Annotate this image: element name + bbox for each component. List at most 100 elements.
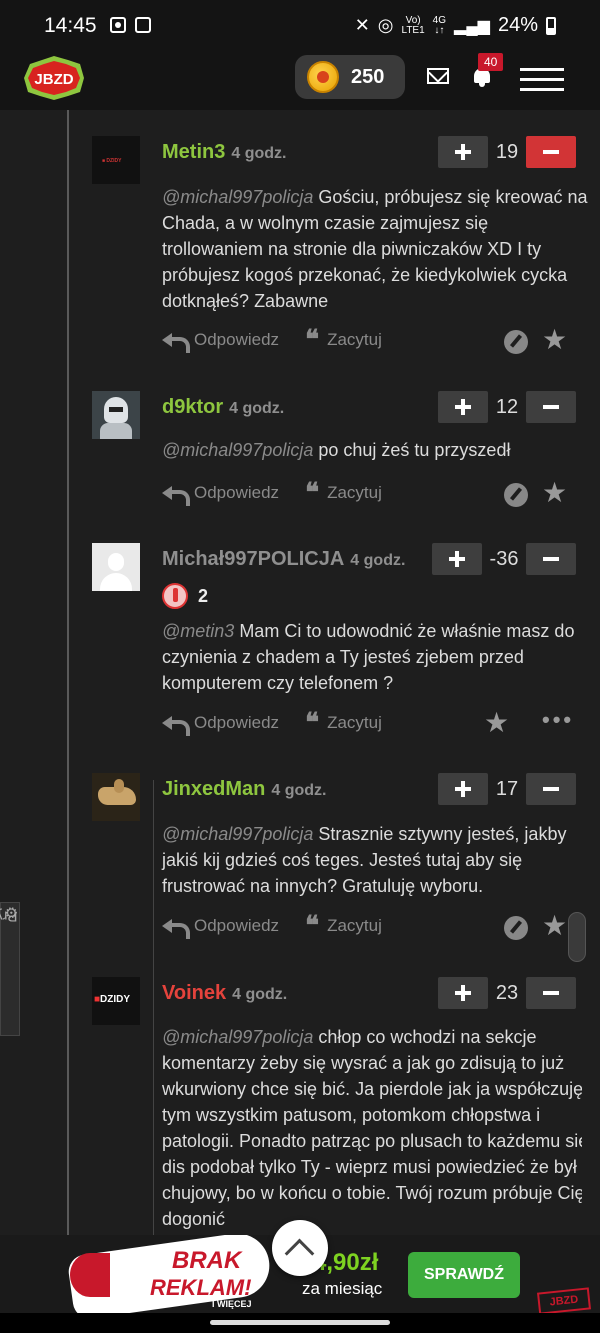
reply-icon[interactable]	[162, 714, 190, 736]
gauge-icon[interactable]	[504, 916, 528, 940]
reply-icon[interactable]	[162, 917, 190, 939]
quote-button[interactable]: Zacytuj	[327, 483, 382, 503]
mention-link[interactable]: @michal997policja	[162, 440, 313, 460]
avatar[interactable]: ■DZIDY	[92, 977, 140, 1025]
comment-actions: Odpowiedz ❝ Zacytuj	[162, 327, 382, 353]
quote-button[interactable]: Zacytuj	[327, 330, 382, 350]
reply-button[interactable]: Odpowiedz	[194, 713, 279, 733]
privacy-tab[interactable]: ⚙ Prywatność	[0, 902, 20, 1036]
comment-text: po chuj żeś tu przyszedł	[313, 440, 511, 460]
quote-icon[interactable]: ❝	[305, 913, 319, 939]
upvote-button[interactable]	[432, 543, 482, 575]
privacy-label: ⚙ Prywatność	[0, 906, 19, 925]
mail-icon[interactable]	[427, 68, 449, 84]
username[interactable]: JinxedMan 4 godz.	[162, 778, 326, 801]
ad-subline: I WIĘCEJ	[212, 1299, 252, 1309]
quote-icon[interactable]: ❝	[305, 327, 319, 353]
gallery-icon	[135, 17, 151, 33]
mention-link[interactable]: @michal997policja	[162, 824, 313, 844]
upvote-button[interactable]	[438, 136, 488, 168]
reaction[interactable]: 2	[162, 583, 208, 609]
reply-icon[interactable]	[162, 331, 190, 353]
scroll-to-top-button[interactable]	[272, 1220, 328, 1276]
vote-box: 12	[438, 391, 576, 423]
comment-actions: Odpowiedz ❝ Zacytuj	[162, 480, 382, 506]
downvote-button[interactable]	[526, 391, 576, 423]
comment-body: @michal997policja po chuj żeś tu przysze…	[162, 437, 592, 463]
mention-link[interactable]: @metin3	[162, 621, 234, 641]
gauge-icon[interactable]	[504, 330, 528, 354]
ad-headline-2: REKLAM!	[150, 1275, 252, 1300]
coins-balance[interactable]: 250	[295, 55, 405, 99]
coins-value: 250	[351, 65, 385, 88]
comment-body: @michal997policja Gościu, próbujesz się …	[162, 184, 592, 314]
upvote-button[interactable]	[438, 391, 488, 423]
upvote-button[interactable]	[438, 773, 488, 805]
reply-icon[interactable]	[162, 484, 190, 506]
comment-voinek: ■DZIDY Voinek 4 godz. 23 @michal997policj…	[92, 977, 582, 1237]
status-bar: 14:45 ✕ ◎ Vo) LTE1 4G ↓↑ ▂▄▆ 24%	[0, 0, 600, 50]
score: 23	[495, 981, 519, 1004]
rocket-nose-graphic	[70, 1253, 110, 1297]
downvote-button[interactable]	[526, 977, 576, 1009]
username[interactable]: Michał997POLICJA 4 godz.	[162, 548, 405, 571]
comment-michal997policja: Michał997POLICJA 4 godz. -36 2 @metin3 Ma…	[92, 543, 582, 743]
avatar[interactable]	[92, 391, 140, 439]
reply-button[interactable]: Odpowiedz	[194, 483, 279, 503]
comment-body: @metin3 Mam Ci to udowodnić że właśnie m…	[162, 618, 592, 696]
scroll-handle[interactable]	[568, 912, 586, 962]
comment-actions: Odpowiedz ❝ Zacytuj	[162, 913, 382, 939]
coin-icon	[307, 61, 339, 93]
avatar[interactable]	[92, 773, 140, 821]
comment-body: @michal997policja Strasznie sztywny jest…	[162, 821, 592, 899]
star-icon[interactable]: ★	[484, 709, 509, 737]
downvote-button[interactable]	[526, 543, 576, 575]
downvote-button[interactable]	[526, 136, 576, 168]
lte-label: LTE1	[401, 24, 425, 36]
ad-cta-button[interactable]: SPRAWDŹ	[408, 1252, 520, 1298]
quote-icon[interactable]: ❝	[305, 710, 319, 736]
clock: 14:45	[44, 14, 97, 37]
jbzd-logo[interactable]: JBZD	[20, 54, 88, 102]
comment-actions: Odpowiedz ❝ Zacytuj	[162, 710, 382, 736]
mention-link[interactable]: @michal997policja	[162, 1027, 313, 1047]
upvote-button[interactable]	[438, 977, 488, 1009]
mention-link[interactable]: @michal997policja	[162, 187, 313, 207]
battery-icon	[546, 16, 556, 35]
reply-button[interactable]: Odpowiedz	[194, 916, 279, 936]
username[interactable]: d9ktor 4 godz.	[162, 396, 284, 419]
reply-button[interactable]: Odpowiedz	[194, 330, 279, 350]
comment-time: 4 godz.	[231, 145, 287, 162]
battery-percent: 24%	[497, 14, 538, 36]
username[interactable]: Voinek 4 godz.	[162, 982, 287, 1005]
avatar-text: DZIDY	[100, 994, 131, 1005]
comment-time: 4 godz.	[232, 986, 288, 1003]
comment-time: 4 godz.	[229, 400, 285, 417]
avatar[interactable]	[92, 543, 140, 591]
home-indicator[interactable]	[210, 1320, 390, 1325]
star-icon[interactable]: ★	[542, 479, 567, 507]
avatar[interactable]: ■ DZIDY	[92, 136, 140, 184]
star-icon[interactable]: ★	[542, 326, 567, 354]
reaction-count: 2	[198, 585, 209, 606]
gauge-icon[interactable]	[504, 483, 528, 507]
network-type-label: 4G	[432, 14, 447, 26]
score: 17	[495, 777, 519, 800]
quote-button[interactable]: Zacytuj	[327, 713, 382, 733]
downvote-button[interactable]	[526, 773, 576, 805]
username[interactable]: Metin3 4 godz.	[162, 141, 286, 164]
quote-button[interactable]: Zacytuj	[327, 916, 382, 936]
quote-icon[interactable]: ❝	[305, 480, 319, 506]
middle-finger-icon	[162, 583, 188, 609]
notification-icon	[110, 17, 126, 33]
menu-icon[interactable]	[520, 68, 564, 98]
vote-box: 17	[438, 773, 576, 805]
comment-time: 4 godz.	[350, 552, 406, 569]
more-options-icon[interactable]: •••	[542, 707, 574, 733]
volte-label: Vo)	[405, 14, 421, 26]
system-nav-bar	[0, 1313, 600, 1333]
score: 12	[495, 395, 519, 418]
comment-metin3: ■ DZIDY Metin3 4 godz. 19 @michal997polic…	[92, 136, 588, 366]
star-icon[interactable]: ★	[542, 912, 567, 940]
comment-jinxedman: JinxedMan 4 godz. 17 @michal997policja St…	[92, 773, 582, 953]
